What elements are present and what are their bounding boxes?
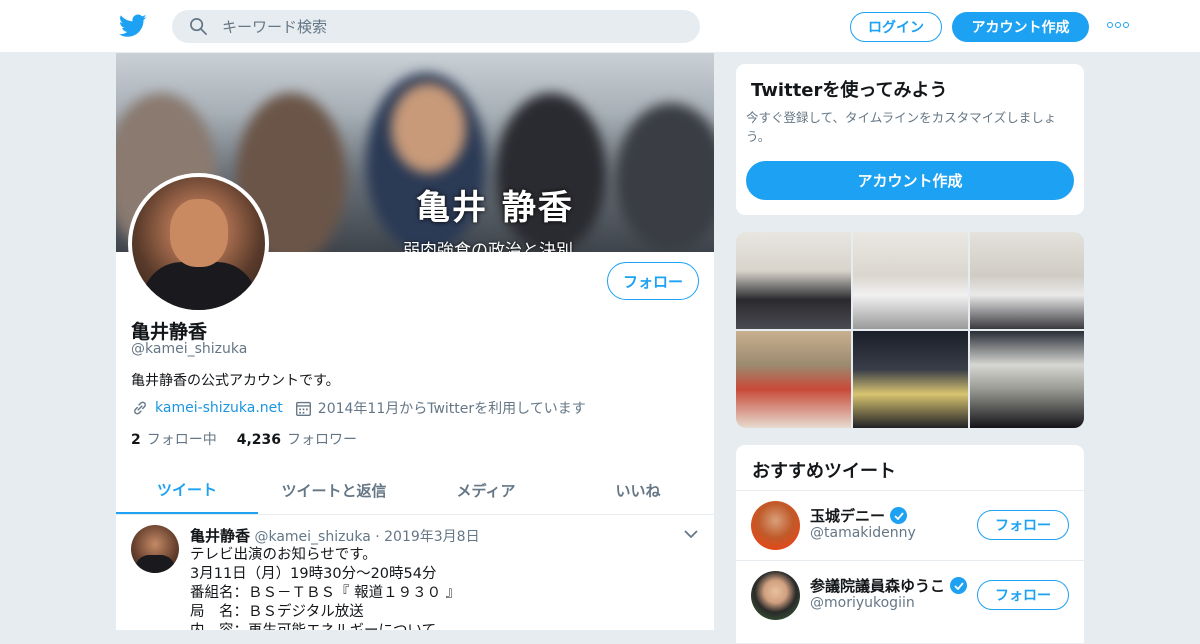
verified-badge-icon: [890, 507, 908, 524]
tweet-text: テレビ出演のお知らせです。 3月11日（月）19時30分～20時54分 番組名：…: [190, 547, 461, 630]
recommended-tweets-card: おすすめツイート 玉城デニー @tamakidenny フォロー 参議院議員森ゆ…: [735, 444, 1085, 644]
profile-tabs: ツイート ツイートと返信 メディア いいね: [116, 467, 714, 515]
search-box[interactable]: [172, 10, 700, 43]
chevron-down-icon[interactable]: [684, 529, 698, 539]
signup-prompt-title: Twitterを使ってみよう: [751, 80, 948, 101]
more-options-icon[interactable]: [1107, 22, 1129, 28]
recommended-handle: @moriyukogiin: [810, 595, 915, 611]
media-grid: [736, 232, 1084, 428]
tweet-date: 2019年3月8日: [384, 529, 480, 545]
recommended-user[interactable]: 参議院議員森ゆうこ @moriyukogiin フォロー: [736, 560, 1084, 630]
verified-badge-icon: [950, 577, 968, 594]
sidebar-signup-button[interactable]: アカウント作成: [746, 161, 1074, 200]
profile-meta: kamei-shizuka.net 2014年11月からTwitterを利用して…: [131, 398, 586, 418]
profile-website-link[interactable]: kamei-shizuka.net: [155, 400, 283, 416]
followers-stat[interactable]: 4,236 フォロワー: [237, 429, 357, 449]
profile-avatar[interactable]: [128, 173, 269, 314]
tweet-avatar[interactable]: [131, 525, 179, 573]
banner-title: 亀井 静香: [416, 188, 574, 228]
signup-prompt-card: Twitterを使ってみよう 今すぐ登録して、タイムラインをカスタマイズしましょ…: [735, 63, 1085, 216]
recommended-follow-button[interactable]: フォロー: [977, 510, 1069, 540]
recommended-avatar[interactable]: [751, 571, 800, 620]
following-stat[interactable]: 2 フォロー中: [131, 429, 217, 449]
link-icon: [134, 401, 146, 415]
recommended-user[interactable]: 玉城デニー @tamakidenny フォロー: [736, 490, 1084, 560]
signup-prompt-text: 今すぐ登録して、タイムラインをカスタマイズしましょう。: [746, 110, 1057, 144]
media-thumbnail[interactable]: [853, 232, 968, 329]
recommended-name[interactable]: 玉城デニー: [810, 505, 908, 526]
search-input[interactable]: [222, 10, 682, 43]
login-button[interactable]: ログイン: [850, 12, 942, 42]
signup-button[interactable]: アカウント作成: [952, 12, 1089, 42]
media-thumbnail[interactable]: [736, 331, 851, 428]
tweet-author-handle: @kamei_shizuka: [254, 529, 371, 545]
tab-tweets-and-replies[interactable]: ツイートと返信: [258, 467, 410, 514]
recommended-title: おすすめツイート: [752, 461, 896, 482]
twitter-bird-icon[interactable]: [119, 14, 147, 38]
tab-tweets[interactable]: ツイート: [116, 467, 258, 514]
profile-bio: 亀井静香の公式アカウントです。: [131, 373, 340, 389]
tab-media[interactable]: メディア: [410, 467, 562, 514]
media-thumbnail[interactable]: [853, 331, 968, 428]
search-icon: [190, 18, 207, 35]
media-thumbnail[interactable]: [970, 331, 1084, 428]
tweet-item[interactable]: 亀井静香 @kamei_shizuka · 2019年3月8日 テレビ出演のお知…: [116, 515, 714, 630]
follow-button[interactable]: フォロー: [607, 262, 699, 300]
top-navigation-bar: ログイン アカウント作成: [0, 0, 1200, 53]
recommended-handle: @tamakidenny: [810, 525, 916, 541]
banner-subtitle: 弱肉強食の政治と決別: [403, 241, 573, 252]
tab-likes[interactable]: いいね: [562, 467, 714, 514]
recommended-follow-button[interactable]: フォロー: [977, 580, 1069, 610]
profile-handle: @kamei_shizuka: [131, 341, 248, 357]
profile-name: 亀井静香: [131, 321, 208, 343]
profile-stats: 2 フォロー中 4,236 フォロワー: [131, 429, 377, 449]
calendar-icon: [295, 401, 311, 416]
tweet-header: 亀井静香 @kamei_shizuka · 2019年3月8日: [190, 527, 480, 545]
recommended-avatar[interactable]: [751, 501, 800, 550]
recommended-name[interactable]: 参議院議員森ゆうこ: [810, 575, 968, 596]
profile-joined-date: 2014年11月からTwitterを利用しています: [317, 401, 586, 417]
tweet-author-name: 亀井静香: [190, 527, 251, 545]
media-thumbnail[interactable]: [736, 232, 851, 329]
profile-column: 亀井 静香 弱肉強食の政治と決別 フォロー 亀井静香 @kamei_shizuk…: [116, 53, 714, 630]
media-thumbnail[interactable]: [970, 232, 1084, 329]
